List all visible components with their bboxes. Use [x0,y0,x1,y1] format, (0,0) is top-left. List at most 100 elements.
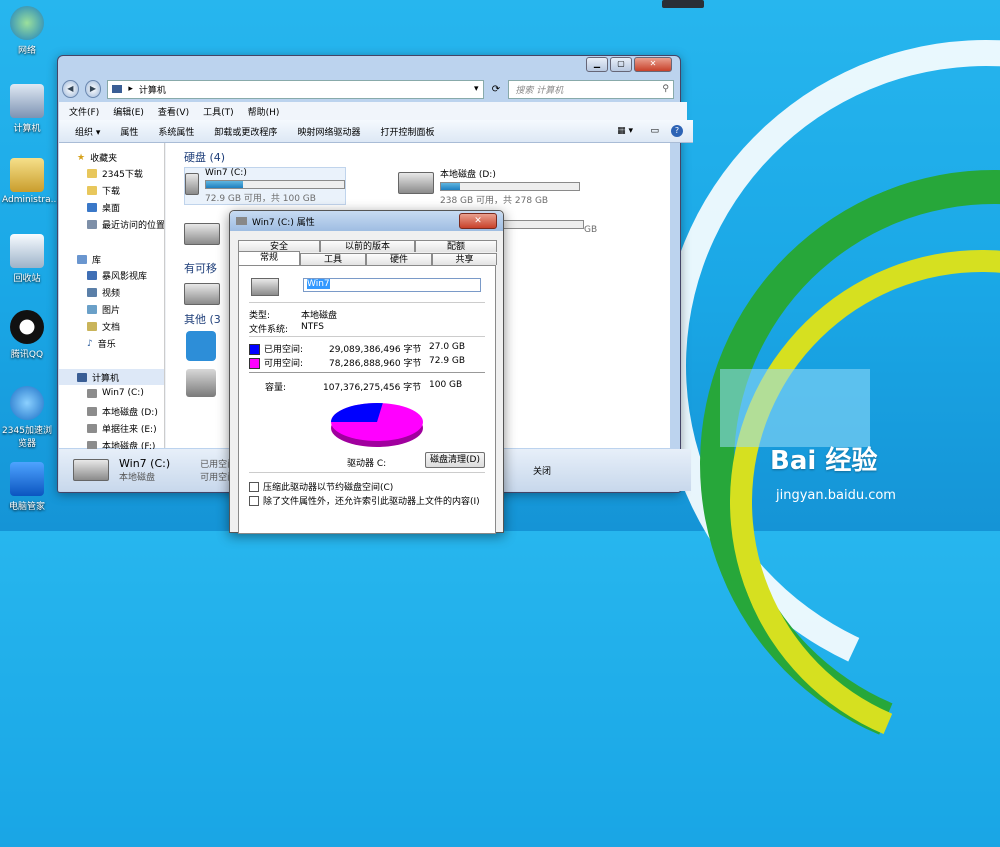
desktop-icon-pcmanager[interactable]: 电脑管家 [2,462,52,512]
sidebar-item-documents[interactable]: 文档 [87,320,120,333]
sidebar-item-label: 下载 [102,187,121,197]
search-icon[interactable]: ⚲ [662,84,669,94]
maximize-button[interactable]: ▢ [610,57,632,72]
dialog-close-button[interactable]: ✕ [459,213,497,229]
section-other[interactable]: 其他 (3 [184,311,221,327]
desktop-icon-label: 网络 [17,46,36,56]
disk-cleanup-button[interactable]: 磁盘清理(D) [425,452,485,468]
control-panel-button[interactable]: 打开控制面板 [380,125,434,138]
close-button[interactable]: ✕ [634,57,672,72]
filesystem-value: NTFS [301,322,324,332]
preview-pane-icon[interactable]: ▭ [650,126,659,136]
sidebar-item-drive-e[interactable]: 单据往来 (E:) [87,422,157,435]
sidebar-item-pictures[interactable]: 图片 [87,303,120,316]
used-gb: 27.0 GB [429,342,466,352]
desktop-icon-computer[interactable]: 计算机 [2,84,52,134]
removable-drive-item[interactable] [184,278,220,305]
drive-item-d[interactable]: 本地磁盘 (D:) 238 GB 可用，共 278 GB [398,167,580,206]
address-bar[interactable]: ▸ 计算机 ▾ [107,79,484,99]
organize-button[interactable]: 组织 ▾ [75,125,100,138]
desktop-icon-label: 电脑管家 [8,502,45,512]
help-icon[interactable]: ? [671,125,683,137]
sidebar-computer[interactable]: 计算机 [59,369,164,385]
desktop-icon-label: 计算机 [13,124,41,134]
sidebar-item-music[interactable]: ♪ 音乐 [87,337,116,351]
capacity-bytes: 107,376,275,456 字节 [323,383,422,393]
properties-button[interactable]: 属性 [120,125,138,138]
sidebar-item-label: 2345下载 [102,170,143,180]
sidebar-favorites[interactable]: ★ 收藏夹 [77,151,117,165]
desktop-icon-label: 回收站 [13,274,41,284]
compress-drive-checkbox[interactable]: 压缩此驱动器以节约磁盘空间(C) [249,480,393,493]
menu-edit[interactable]: 编辑(E) [113,105,144,118]
chevron-down-icon[interactable]: ▾ [474,84,479,94]
search-input[interactable]: 搜索 计算机 ⚲ [508,79,674,99]
tab-row-front: 常规 工具 硬件 共享 [238,251,497,267]
sidebar-item-label: 单据往来 (E:) [102,425,157,435]
forward-button[interactable]: ▶ [84,80,102,98]
checkbox-box[interactable] [249,495,259,506]
camera-icon[interactable] [186,369,216,397]
tab-tools[interactable]: 工具 [300,253,366,265]
desktop-icon-browser[interactable]: 2345加速浏览器 [2,386,52,449]
usb-drive-icon [184,283,220,305]
checkbox-label: 除了文件属性外，还允许索引此驱动器上文件的内容(I) [263,497,480,507]
video-library-icon [87,271,97,280]
menu-tools[interactable]: 工具(T) [203,105,234,118]
volume-label-input[interactable]: Win7 [303,278,481,292]
drive-icon [251,278,279,296]
system-properties-button[interactable]: 系统属性 [158,125,194,138]
checkbox-box[interactable] [249,481,259,492]
menu-help[interactable]: 帮助(H) [248,105,280,118]
minimize-button[interactable]: ▁ [586,57,608,72]
section-hard-disks[interactable]: 硬盘 (4) [184,149,225,165]
divider [249,372,485,373]
sidebar-item-label: 本地磁盘 (D:) [102,408,158,418]
general-tab-panel: Win7 类型: 本地磁盘 文件系统: NTFS 已用空间: 29,089,38… [238,265,496,534]
drive-item-e[interactable] [184,218,220,245]
volume-label-value: Win7 [307,279,330,289]
desktop-icon-network[interactable]: 网络 [2,6,52,56]
tab-sharing[interactable]: 共享 [432,253,497,265]
baidu-cloud-icon[interactable] [186,331,216,361]
desktop-icon-label: 腾讯QQ [10,350,44,360]
uninstall-button[interactable]: 卸载或更改程序 [214,125,277,138]
tab-quota[interactable]: 配额 [415,240,497,252]
desktop-icon-qq[interactable]: 腾讯QQ [2,310,52,360]
sidebar-item-drive-c[interactable]: Win7 (C:) [87,388,144,398]
drive-item-c[interactable]: Win7 (C:) 72.9 GB 可用，共 100 GB [184,167,346,205]
sidebar-item-drive-d[interactable]: 本地磁盘 (D:) [87,405,158,418]
sidebar-item-videos[interactable]: 视频 [87,286,120,299]
tab-previous-versions[interactable]: 以前的版本 [320,240,415,252]
back-button[interactable]: ◀ [62,80,79,98]
refresh-button[interactable]: ⟳ [490,84,503,95]
desktop-icon-recycle[interactable]: 回收站 [2,234,52,284]
sidebar-item-download[interactable]: 下载 [87,184,120,197]
desktop-icon-admin[interactable]: Administra... [2,158,59,205]
free-bytes: 78,286,888,960 字节 [329,359,422,369]
breadcrumb[interactable]: 计算机 [139,83,166,96]
sidebar-item-desktop[interactable]: 桌面 [87,201,120,214]
map-drive-button[interactable]: 映射网络驱动器 [297,125,360,138]
drive-icon [184,223,220,245]
used-space-label: 已用空间: [264,345,304,355]
index-drive-checkbox[interactable]: 除了文件属性外，还允许索引此驱动器上文件的内容(I) [249,494,480,507]
sidebar-item-recent[interactable]: 最近访问的位置 [87,218,165,231]
section-removable[interactable]: 有可移 [184,260,217,276]
menu-view[interactable]: 查看(V) [158,105,189,118]
tab-hardware[interactable]: 硬件 [366,253,432,265]
drive-icon [236,217,247,225]
menu-file[interactable]: 文件(F) [69,105,99,118]
free-gb: 72.9 GB [429,356,466,366]
view-options-icon[interactable]: ▦ ▾ [617,126,633,136]
dialog-title: Win7 (C:) 属性 [252,217,315,228]
drive-icon [73,459,109,481]
status-extra-text: 关闭 [532,466,551,477]
sidebar-item-baofeng[interactable]: 暴风影视库 [87,269,147,282]
sidebar-libraries[interactable]: 库 [77,253,101,266]
drive-icon [87,388,97,398]
drive-free-text: 238 GB 可用，共 278 GB [440,196,549,206]
used-bytes: 29,089,386,496 字节 [329,345,422,355]
sidebar-item-2345download[interactable]: 2345下载 [87,167,143,180]
browser-icon [10,386,44,420]
